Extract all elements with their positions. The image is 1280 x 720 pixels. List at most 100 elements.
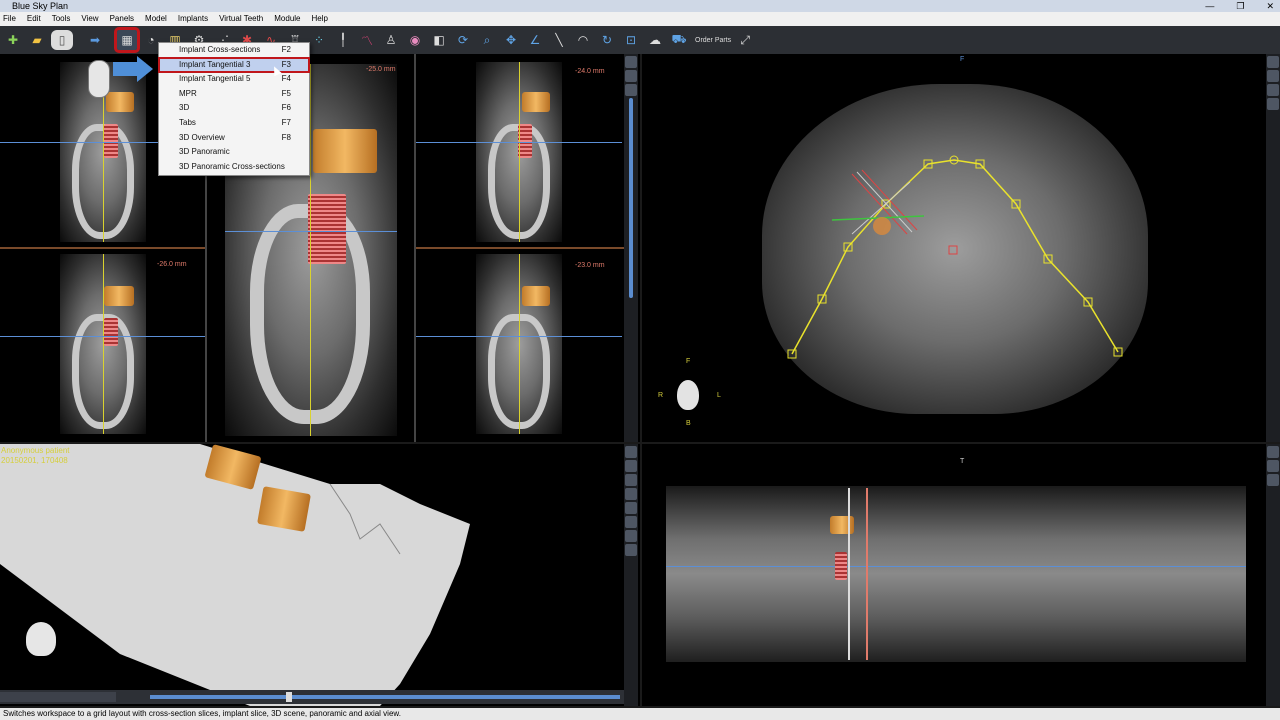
view-option-icon[interactable]: [1267, 70, 1279, 82]
menu-item-label: Implant Tangential 3: [179, 59, 251, 69]
shortcut-label: F3: [281, 59, 291, 69]
layout-grid-button[interactable]: ▦: [114, 27, 140, 53]
title-bar: Blue Sky Plan — ❐ ✕: [0, 0, 1280, 12]
menu-item-tabs[interactable]: Tabs F7: [159, 116, 309, 131]
menu-edit[interactable]: Edit: [27, 12, 41, 26]
window-title: Blue Sky Plan: [12, 1, 69, 11]
close-button[interactable]: ✕: [1266, 0, 1274, 12]
view-option-icon[interactable]: [625, 502, 637, 514]
menu-view[interactable]: View: [81, 12, 98, 26]
menu-panels[interactable]: Panels: [110, 12, 134, 26]
orient-b: B: [686, 420, 691, 427]
axial-view[interactable]: F F R L B: [642, 54, 1280, 442]
menu-model[interactable]: Model: [145, 12, 167, 26]
teeth-icon[interactable]: ◉: [405, 30, 425, 50]
view-option-icon[interactable]: [625, 488, 637, 500]
view-option-icon[interactable]: [1267, 84, 1279, 96]
3d-slider-bar[interactable]: [0, 690, 624, 704]
orient-l: L: [717, 392, 721, 399]
protractor-icon[interactable]: ◠: [573, 30, 593, 50]
pano-slice-markers[interactable]: [848, 488, 868, 660]
zoom-icon[interactable]: ⌕: [477, 30, 497, 50]
menu-tools[interactable]: Tools: [52, 12, 71, 26]
view-option-icon[interactable]: [1267, 474, 1279, 486]
menu-bar: File Edit Tools View Panels Model Implan…: [0, 12, 1280, 26]
menu-help[interactable]: Help: [312, 12, 328, 26]
menu-item-label: 3D Overview: [179, 132, 225, 142]
layout-menu: Implant Cross-sections F2 Implant Tangent…: [158, 42, 310, 176]
menu-item-label: 3D Panoramic Cross-sections: [179, 161, 285, 171]
menu-item-3d[interactable]: 3D F6: [159, 101, 309, 116]
view-option-icon[interactable]: [625, 446, 637, 458]
menu-module[interactable]: Module: [274, 12, 300, 26]
angle-icon[interactable]: ∠: [525, 30, 545, 50]
menu-item-implant-cross-sections[interactable]: Implant Cross-sections F2: [159, 43, 309, 58]
menu-item-implant-tangential-3[interactable]: Implant Tangential 3 F3: [158, 56, 310, 74]
menu-implants[interactable]: Implants: [178, 12, 208, 26]
slider-handle[interactable]: [286, 692, 292, 702]
view-option-icon[interactable]: [625, 474, 637, 486]
shortcut-label: F4: [281, 74, 291, 84]
arrow-right-icon: ➡: [89, 33, 101, 47]
new-icon[interactable]: ✚: [3, 30, 23, 50]
menu-item-label: Implant Cross-sections: [179, 45, 261, 54]
view-option-icon[interactable]: [625, 516, 637, 528]
implant-icon[interactable]: ╿: [333, 30, 353, 50]
points-icon[interactable]: ⁘: [309, 30, 329, 50]
view-option-icon[interactable]: [1267, 446, 1279, 458]
view-option-icon[interactable]: [625, 70, 637, 82]
panoramic-view[interactable]: T: [642, 444, 1280, 706]
measure-icon[interactable]: ╲: [549, 30, 569, 50]
open-folder-icon[interactable]: ▰: [27, 30, 47, 50]
pano-top-label: T: [960, 458, 965, 465]
menu-item-implant-tangential-5[interactable]: Implant Tangential 5 F4: [159, 72, 309, 87]
view-option-icon[interactable]: [1267, 56, 1279, 68]
menu-item-mpr[interactable]: MPR F5: [159, 87, 309, 102]
shortcut-label: F6: [281, 103, 291, 113]
maximize-button[interactable]: ❐: [1236, 0, 1244, 12]
menu-item-3d-panoramic-cross-sections[interactable]: 3D Panoramic Cross-sections: [159, 160, 309, 175]
menu-virtual-teeth[interactable]: Virtual Teeth: [219, 12, 263, 26]
arch-curve-svg[interactable]: [642, 54, 1280, 442]
menu-item-label: MPR: [179, 88, 197, 98]
cart-icon[interactable]: ⛟: [669, 30, 689, 50]
menu-item-3d-panoramic[interactable]: 3D Panoramic: [159, 145, 309, 160]
view-option-icon[interactable]: [625, 460, 637, 472]
fit-icon[interactable]: ⊡: [621, 30, 641, 50]
cloud-icon[interactable]: ☁: [645, 30, 665, 50]
order-parts-label[interactable]: Order Parts: [695, 37, 731, 44]
minimize-button[interactable]: —: [1205, 0, 1214, 12]
menu-item-label: Implant Tangential 5: [179, 74, 251, 84]
reset-icon[interactable]: ↻: [597, 30, 617, 50]
cross-section-view[interactable]: -26.0 mm -25.0 mm -24.0 mm -23.0 mm: [0, 54, 640, 442]
fullscreen-icon[interactable]: ⤢: [735, 30, 755, 50]
view-option-icon[interactable]: [625, 544, 637, 556]
view-option-icon[interactable]: [625, 84, 637, 96]
pan-icon[interactable]: ✥: [501, 30, 521, 50]
view-option-icon[interactable]: [1267, 98, 1279, 110]
view-select-dropdown[interactable]: [0, 692, 116, 702]
view-option-icon[interactable]: [625, 530, 637, 542]
slider-track[interactable]: [150, 695, 620, 699]
menu-item-3d-overview[interactable]: 3D Overview F8: [159, 131, 309, 146]
offset-label-bl: -26.0 mm: [157, 261, 187, 268]
head-orientation-icon[interactable]: [677, 380, 699, 410]
tutorial-mouse-icon: [88, 60, 110, 98]
rotate-icon[interactable]: ⟳: [453, 30, 473, 50]
shortcut-label: F8: [281, 132, 291, 142]
nerve-icon[interactable]: 〽: [357, 30, 377, 50]
menu-file[interactable]: File: [3, 12, 16, 26]
axial-side-toolbar: [1266, 54, 1280, 442]
cross-section-side-toolbar: [624, 54, 638, 442]
3d-orientation-head-icon[interactable]: [26, 622, 56, 656]
crown-icon[interactable]: ♙: [381, 30, 401, 50]
3d-view[interactable]: Anonymous patient 20150201, 170408: [0, 444, 640, 706]
slice-slider[interactable]: [629, 98, 633, 298]
orient-r: R: [658, 392, 664, 399]
contrast-icon[interactable]: ◧: [429, 30, 449, 50]
jaw-model-svg[interactable]: [0, 444, 640, 706]
offset-label-tr: -24.0 mm: [575, 68, 605, 75]
shortcut-label: F5: [281, 88, 291, 98]
view-option-icon[interactable]: [625, 56, 637, 68]
view-option-icon[interactable]: [1267, 460, 1279, 472]
